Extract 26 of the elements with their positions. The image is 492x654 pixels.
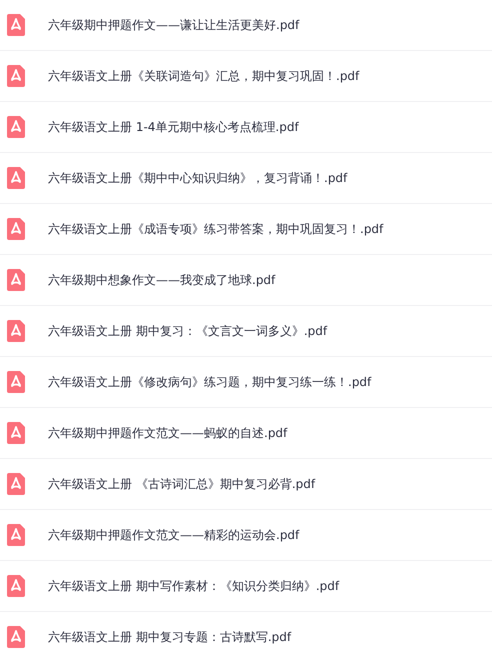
pdf-file-icon <box>7 218 25 240</box>
file-link[interactable]: 六年级期中押题作文范文——精彩的运动会.pdf <box>48 526 300 544</box>
pdf-file-icon <box>7 268 25 290</box>
file-link[interactable]: 六年级语文上册《成语专项》练习带答案，期中巩固复习！.pdf <box>48 220 384 238</box>
pdf-file-icon <box>7 14 25 36</box>
file-link[interactable]: 六年级语文上册《修改病句》练习题，期中复习练一练！.pdf <box>48 374 372 390</box>
pdf-file-icon <box>7 370 25 392</box>
file-link[interactable]: 六年级语文上册《期中中心知识归纳》，复习背诵！.pdf <box>48 170 348 186</box>
file-link[interactable]: 六年级期中想象作文——我变成了地球.pdf <box>48 272 276 288</box>
file-link[interactable]: 六年级期中押题作文范文——蚂蚁的自述.pdf <box>48 424 288 442</box>
pdf-file-icon <box>7 166 25 188</box>
file-link[interactable]: 六年级期中押题作文——谦让让生活更美好.pdf <box>48 16 300 34</box>
file-link[interactable]: 六年级语文上册 《古诗词汇总》期中复习必背.pdf <box>48 476 316 492</box>
pdf-file-icon <box>7 472 25 494</box>
file-link[interactable]: 六年级语文上册 1-4单元期中核心考点梳理.pdf <box>48 118 299 136</box>
pdf-file-icon <box>7 422 25 444</box>
pdf-file-icon <box>7 626 25 648</box>
pdf-file-icon <box>7 64 25 86</box>
pdf-file-icon <box>7 574 25 596</box>
file-link[interactable]: 六年级语文上册 期中写作素材：《知识分类归纳》.pdf <box>48 578 340 594</box>
file-link[interactable]: 六年级语文上册 期中复习专题：古诗默写.pdf <box>48 628 292 646</box>
pdf-file-icon <box>7 524 25 546</box>
file-link[interactable]: 六年级语文上册 期中复习：《文言文一词多义》.pdf <box>48 322 328 340</box>
pdf-file-icon <box>7 320 25 342</box>
pdf-file-icon <box>7 116 25 138</box>
file-link[interactable]: 六年级语文上册《关联词造句》汇总，期中复习巩固！.pdf <box>48 68 360 84</box>
